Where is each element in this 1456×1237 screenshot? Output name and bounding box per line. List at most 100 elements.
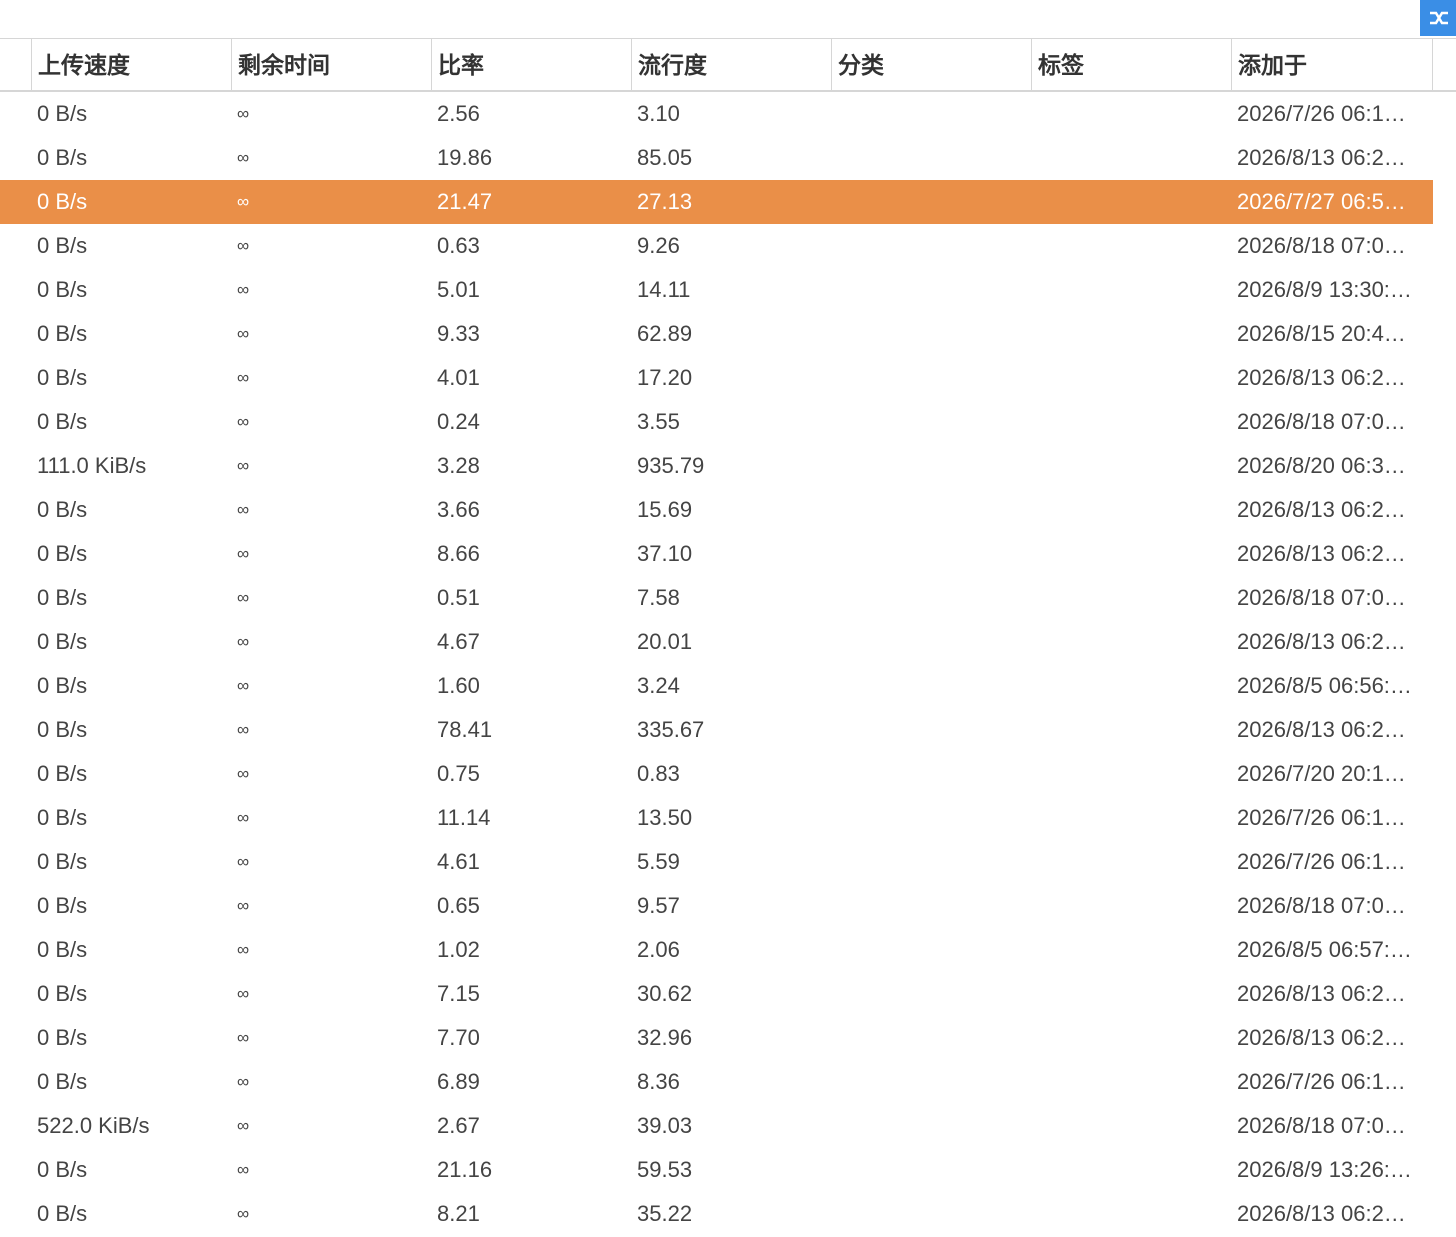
popularity-cell: 935.79 <box>637 453 705 478</box>
ratio-cell: 8.66 <box>437 541 480 566</box>
added-on-cell: 2026/7/27 06:5… <box>1237 189 1406 214</box>
ratio-cell: 4.67 <box>437 629 480 654</box>
table-body: 0 B/s ∞ 2.56 3.10 2026/7/26 06:1… 0 B/s ∞ 19.86… <box>0 92 1456 1236</box>
torrent-table: 上传速度 剩余时间 比率 流行度 分类 标签 添加于 0 B/s ∞ 2.56 3.1… <box>0 38 1456 1236</box>
upload-speed-cell: 0 B/s <box>37 673 88 698</box>
category-cell <box>831 1016 1031 1060</box>
tags-cell <box>1031 356 1231 400</box>
table-row[interactable]: 0 B/s ∞ 2.56 3.10 2026/7/26 06:1… <box>0 92 1433 136</box>
category-cell <box>831 356 1031 400</box>
upload-speed-cell: 0 B/s <box>37 321 88 346</box>
added-on-cell: 2026/8/13 06:2… <box>1237 981 1406 1006</box>
table-row[interactable]: 0 B/s ∞ 7.15 30.62 2026/8/13 06:2… <box>0 972 1433 1016</box>
added-on-cell: 2026/8/13 06:2… <box>1237 145 1406 170</box>
ratio-cell: 7.15 <box>437 981 480 1006</box>
table-row[interactable]: 0 B/s ∞ 5.01 14.11 2026/8/9 13:30:… <box>0 268 1433 312</box>
column-header-tags[interactable]: 标签 <box>1031 39 1231 91</box>
table-row[interactable]: 0 B/s ∞ 21.16 59.53 2026/8/9 13:26:… <box>0 1148 1433 1192</box>
table-row[interactable]: 0 B/s ∞ 78.41 335.67 2026/8/13 06:2… <box>0 708 1433 752</box>
tags-cell <box>1031 1148 1231 1192</box>
table-row[interactable]: 0 B/s ∞ 7.70 32.96 2026/8/13 06:2… <box>0 1016 1433 1060</box>
category-cell <box>831 664 1031 708</box>
added-on-cell: 2026/8/18 07:0… <box>1237 585 1406 610</box>
table-row[interactable]: 111.0 KiB/s ∞ 3.28 935.79 2026/8/20 06:3… <box>0 444 1433 488</box>
upload-speed-cell: 522.0 KiB/s <box>37 1113 150 1138</box>
category-cell <box>831 180 1031 224</box>
shuffle-button[interactable] <box>1420 0 1456 36</box>
category-cell <box>831 1060 1031 1104</box>
upload-speed-cell: 0 B/s <box>37 1025 88 1050</box>
added-on-cell: 2026/8/5 06:57:… <box>1237 937 1412 962</box>
column-header-upload-speed[interactable]: 上传速度 <box>31 39 231 91</box>
added-on-cell: 2026/7/26 06:1… <box>1237 1069 1406 1094</box>
column-header-popularity[interactable]: 流行度 <box>631 39 831 91</box>
upload-speed-cell: 0 B/s <box>37 541 88 566</box>
table-row[interactable]: 0 B/s ∞ 0.51 7.58 2026/8/18 07:0… <box>0 576 1433 620</box>
ratio-cell: 3.28 <box>437 453 480 478</box>
tags-cell <box>1031 532 1231 576</box>
column-header-category[interactable]: 分类 <box>831 39 1031 91</box>
ratio-cell: 0.51 <box>437 585 480 610</box>
category-cell <box>831 796 1031 840</box>
tags-cell <box>1031 884 1231 928</box>
popularity-cell: 39.03 <box>637 1113 693 1138</box>
added-on-cell: 2026/8/5 06:56:… <box>1237 673 1412 698</box>
table-row[interactable]: 0 B/s ∞ 3.66 15.69 2026/8/13 06:2… <box>0 488 1433 532</box>
added-on-cell: 2026/7/20 20:1… <box>1237 761 1406 786</box>
popularity-cell: 15.69 <box>637 497 693 522</box>
tags-cell <box>1031 488 1231 532</box>
column-header-ratio[interactable]: 比率 <box>431 39 631 91</box>
ratio-cell: 2.56 <box>437 101 480 126</box>
column-header-eta[interactable]: 剩余时间 <box>231 39 431 91</box>
table-row[interactable]: 0 B/s ∞ 19.86 85.05 2026/8/13 06:2… <box>0 136 1433 180</box>
eta-cell: ∞ <box>237 104 250 123</box>
popularity-cell: 335.67 <box>637 717 705 742</box>
table-row[interactable]: 0 B/s ∞ 6.89 8.36 2026/7/26 06:1… <box>0 1060 1433 1104</box>
table-row[interactable]: 0 B/s ∞ 0.24 3.55 2026/8/18 07:0… <box>0 400 1433 444</box>
tags-cell <box>1031 1016 1231 1060</box>
ratio-cell: 4.01 <box>437 365 480 390</box>
table-row[interactable]: 0 B/s ∞ 4.01 17.20 2026/8/13 06:2… <box>0 356 1433 400</box>
popularity-cell: 14.11 <box>637 277 691 302</box>
added-on-cell: 2026/8/13 06:2… <box>1237 365 1406 390</box>
top-toolbar <box>0 0 1456 38</box>
table-row[interactable]: 0 B/s ∞ 0.63 9.26 2026/8/18 07:0… <box>0 224 1433 268</box>
ratio-cell: 6.89 <box>437 1069 480 1094</box>
table-row[interactable]: 0 B/s ∞ 8.21 35.22 2026/8/13 06:2… <box>0 1192 1433 1236</box>
category-cell <box>831 708 1031 752</box>
category-cell <box>831 136 1031 180</box>
tags-cell <box>1031 752 1231 796</box>
added-on-cell: 2026/8/20 06:3… <box>1237 453 1406 478</box>
category-cell <box>831 312 1031 356</box>
table-row[interactable]: 0 B/s ∞ 1.02 2.06 2026/8/5 06:57:… <box>0 928 1433 972</box>
table-row[interactable]: 0 B/s ∞ 9.33 62.89 2026/8/15 20:4… <box>0 312 1433 356</box>
table-row[interactable]: 0 B/s ∞ 0.75 0.83 2026/7/20 20:1… <box>0 752 1433 796</box>
tags-cell <box>1031 1104 1231 1148</box>
popularity-cell: 9.26 <box>637 233 680 258</box>
table-row[interactable]: 0 B/s ∞ 8.66 37.10 2026/8/13 06:2… <box>0 532 1433 576</box>
upload-speed-cell: 0 B/s <box>37 101 88 126</box>
table-row[interactable]: 0 B/s ∞ 1.60 3.24 2026/8/5 06:56:… <box>0 664 1433 708</box>
tags-cell <box>1031 796 1231 840</box>
table-row[interactable]: 522.0 KiB/s ∞ 2.67 39.03 2026/8/18 07:0… <box>0 1104 1433 1148</box>
popularity-cell: 3.10 <box>637 101 680 126</box>
table-row[interactable]: 0 B/s ∞ 21.47 27.13 2026/7/27 06:5… <box>0 180 1433 224</box>
upload-speed-cell: 0 B/s <box>37 145 88 170</box>
added-on-cell: 2026/7/26 06:1… <box>1237 101 1406 126</box>
added-on-cell: 2026/8/18 07:0… <box>1237 1113 1406 1138</box>
table-row[interactable]: 0 B/s ∞ 11.14 13.50 2026/7/26 06:1… <box>0 796 1433 840</box>
ratio-cell: 8.21 <box>437 1201 480 1226</box>
table-row[interactable]: 0 B/s ∞ 4.61 5.59 2026/7/26 06:1… <box>0 840 1433 884</box>
eta-cell: ∞ <box>237 720 250 739</box>
eta-cell: ∞ <box>237 1160 250 1179</box>
tags-cell <box>1031 136 1231 180</box>
table-row[interactable]: 0 B/s ∞ 4.67 20.01 2026/8/13 06:2… <box>0 620 1433 664</box>
ratio-cell: 9.33 <box>437 321 480 346</box>
shuffle-icon <box>1430 11 1448 25</box>
tags-cell <box>1031 1060 1231 1104</box>
eta-cell: ∞ <box>237 148 250 167</box>
table-row[interactable]: 0 B/s ∞ 0.65 9.57 2026/8/18 07:0… <box>0 884 1433 928</box>
upload-speed-cell: 0 B/s <box>37 629 88 654</box>
column-header-added-on[interactable]: 添加于 <box>1231 39 1429 91</box>
ratio-cell: 0.65 <box>437 893 480 918</box>
